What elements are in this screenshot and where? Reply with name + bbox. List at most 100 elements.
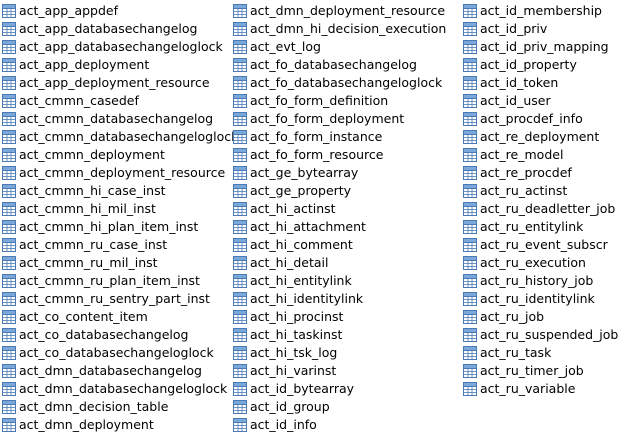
table-item[interactable]: act_id_priv_mapping — [463, 38, 633, 56]
table-icon — [2, 202, 19, 216]
table-item[interactable]: act_cmmn_hi_mil_inst — [2, 200, 233, 218]
table-item[interactable]: act_cmmn_casedef — [2, 92, 233, 110]
table-item[interactable]: act_hi_identitylink — [233, 290, 463, 308]
table-item[interactable]: act_cmmn_databasechangeloglock — [2, 128, 238, 146]
table-item[interactable]: act_app_databasechangeloglock — [2, 38, 233, 56]
table-item[interactable]: act_ru_timer_job — [463, 362, 633, 380]
table-item[interactable]: act_app_databasechangelog — [2, 20, 233, 38]
table-item[interactable]: act_cmmn_ru_mil_inst — [2, 254, 233, 272]
table-item[interactable]: act_dmn_deployment_resource — [233, 2, 463, 20]
table-item[interactable]: act_id_priv — [463, 20, 633, 38]
table-icon — [2, 346, 19, 360]
table-icon — [2, 400, 19, 414]
table-name: act_ru_job — [480, 309, 545, 324]
table-icon — [2, 22, 19, 36]
table-item[interactable]: act_cmmn_hi_case_inst — [2, 182, 233, 200]
table-item[interactable]: act_hi_varinst — [233, 362, 463, 380]
table-item[interactable]: act_fo_form_definition — [233, 92, 463, 110]
table-item[interactable]: act_procdef_info — [463, 110, 633, 128]
table-item[interactable]: act_ru_entitylink — [463, 218, 633, 236]
table-item[interactable]: act_id_info — [233, 416, 463, 434]
table-item[interactable]: act_cmmn_ru_case_inst — [2, 236, 233, 254]
table-name: act_dmn_deployment_resource — [250, 3, 446, 18]
table-name: act_fo_form_definition — [250, 93, 389, 108]
table-item[interactable]: act_fo_databasechangelog — [233, 56, 463, 74]
table-item[interactable]: act_ru_deadletter_job — [463, 200, 633, 218]
table-item[interactable]: act_id_property — [463, 56, 633, 74]
table-item[interactable]: act_app_deployment_resource — [2, 74, 233, 92]
table-icon — [463, 40, 480, 54]
table-item[interactable]: act_fo_form_instance — [233, 128, 463, 146]
table-item[interactable]: act_cmmn_hi_plan_item_inst — [2, 218, 233, 236]
table-item[interactable]: act_fo_databasechangeloglock — [233, 74, 463, 92]
table-name: act_fo_form_instance — [250, 129, 383, 144]
table-item[interactable]: act_id_membership — [463, 2, 633, 20]
table-name: act_cmmn_ru_case_inst — [19, 237, 168, 252]
table-item[interactable]: act_ru_variable — [463, 380, 633, 398]
table-name: act_dmn_hi_decision_execution — [250, 21, 447, 36]
table-item[interactable]: act_co_content_item — [2, 308, 233, 326]
table-icon — [2, 76, 19, 90]
table-item[interactable]: act_ru_job — [463, 308, 633, 326]
table-item[interactable]: act_hi_attachment — [233, 218, 463, 236]
table-item[interactable]: act_id_user — [463, 92, 633, 110]
table-name: act_ru_variable — [480, 381, 576, 396]
table-item[interactable]: act_hi_procinst — [233, 308, 463, 326]
table-icon — [463, 346, 480, 360]
table-name: act_hi_entitylink — [250, 273, 352, 288]
table-item[interactable]: act_re_deployment — [463, 128, 633, 146]
table-item[interactable]: act_id_token — [463, 74, 633, 92]
table-item[interactable]: act_dmn_decision_table — [2, 398, 233, 416]
table-icon — [463, 328, 480, 342]
table-name: act_fo_form_deployment — [250, 111, 405, 126]
table-item[interactable]: act_fo_form_deployment — [233, 110, 463, 128]
table-item[interactable]: act_id_group — [233, 398, 463, 416]
table-item[interactable]: act_app_appdef — [2, 2, 233, 20]
table-name: act_hi_comment — [250, 237, 353, 252]
table-item[interactable]: act_dmn_deployment — [2, 416, 233, 434]
table-item[interactable]: act_hi_entitylink — [233, 272, 463, 290]
table-item[interactable]: act_ru_actinst — [463, 182, 633, 200]
table-item[interactable]: act_dmn_databasechangelog — [2, 362, 233, 380]
table-item[interactable]: act_dmn_hi_decision_execution — [233, 20, 463, 38]
table-icon — [233, 112, 250, 126]
table-item[interactable]: act_hi_taskinst — [233, 326, 463, 344]
table-item[interactable]: act_ru_suspended_job — [463, 326, 633, 344]
table-item[interactable]: act_ru_history_job — [463, 272, 633, 290]
table-item[interactable]: act_dmn_databasechangeloglock — [2, 380, 233, 398]
table-item[interactable]: act_cmmn_ru_plan_item_inst — [2, 272, 233, 290]
table-item[interactable]: act_re_model — [463, 146, 633, 164]
table-item[interactable]: act_cmmn_deployment — [2, 146, 233, 164]
table-item[interactable]: act_ru_execution — [463, 254, 633, 272]
table-icon — [2, 418, 19, 432]
table-item[interactable]: act_co_databasechangeloglock — [2, 344, 233, 362]
table-item[interactable]: act_fo_form_resource — [233, 146, 463, 164]
table-name: act_hi_detail — [250, 255, 329, 270]
table-item[interactable]: act_evt_log — [233, 38, 463, 56]
table-item[interactable]: act_ge_property — [233, 182, 463, 200]
table-item[interactable]: act_hi_tsk_log — [233, 344, 463, 362]
table-name: act_app_appdef — [19, 3, 119, 18]
table-item[interactable]: act_hi_comment — [233, 236, 463, 254]
table-item[interactable]: act_co_databasechangelog — [2, 326, 233, 344]
table-icon — [233, 94, 250, 108]
table-icon — [2, 382, 19, 396]
table-item[interactable]: act_id_bytearray — [233, 380, 463, 398]
table-icon — [463, 4, 480, 18]
table-item[interactable]: act_ru_identitylink — [463, 290, 633, 308]
table-item[interactable]: act_ru_task — [463, 344, 633, 362]
table-icon — [463, 58, 480, 72]
table-item[interactable]: act_app_deployment — [2, 56, 233, 74]
table-name: act_app_deployment_resource — [19, 75, 210, 90]
table-item[interactable]: act_ru_event_subscr — [463, 236, 633, 254]
table-name: act_re_procdef — [480, 165, 572, 180]
table-item[interactable]: act_cmmn_databasechangelog — [2, 110, 233, 128]
table-item[interactable]: act_re_procdef — [463, 164, 633, 182]
table-item[interactable]: act_hi_actinst — [233, 200, 463, 218]
table-item[interactable]: act_cmmn_deployment_resource — [2, 164, 233, 182]
table-item[interactable]: act_ge_bytearray — [233, 164, 463, 182]
table-name: act_ru_history_job — [480, 273, 594, 288]
table-item[interactable]: act_hi_detail — [233, 254, 463, 272]
table-item[interactable]: act_cmmn_ru_sentry_part_inst — [2, 290, 233, 308]
table-icon — [463, 148, 480, 162]
